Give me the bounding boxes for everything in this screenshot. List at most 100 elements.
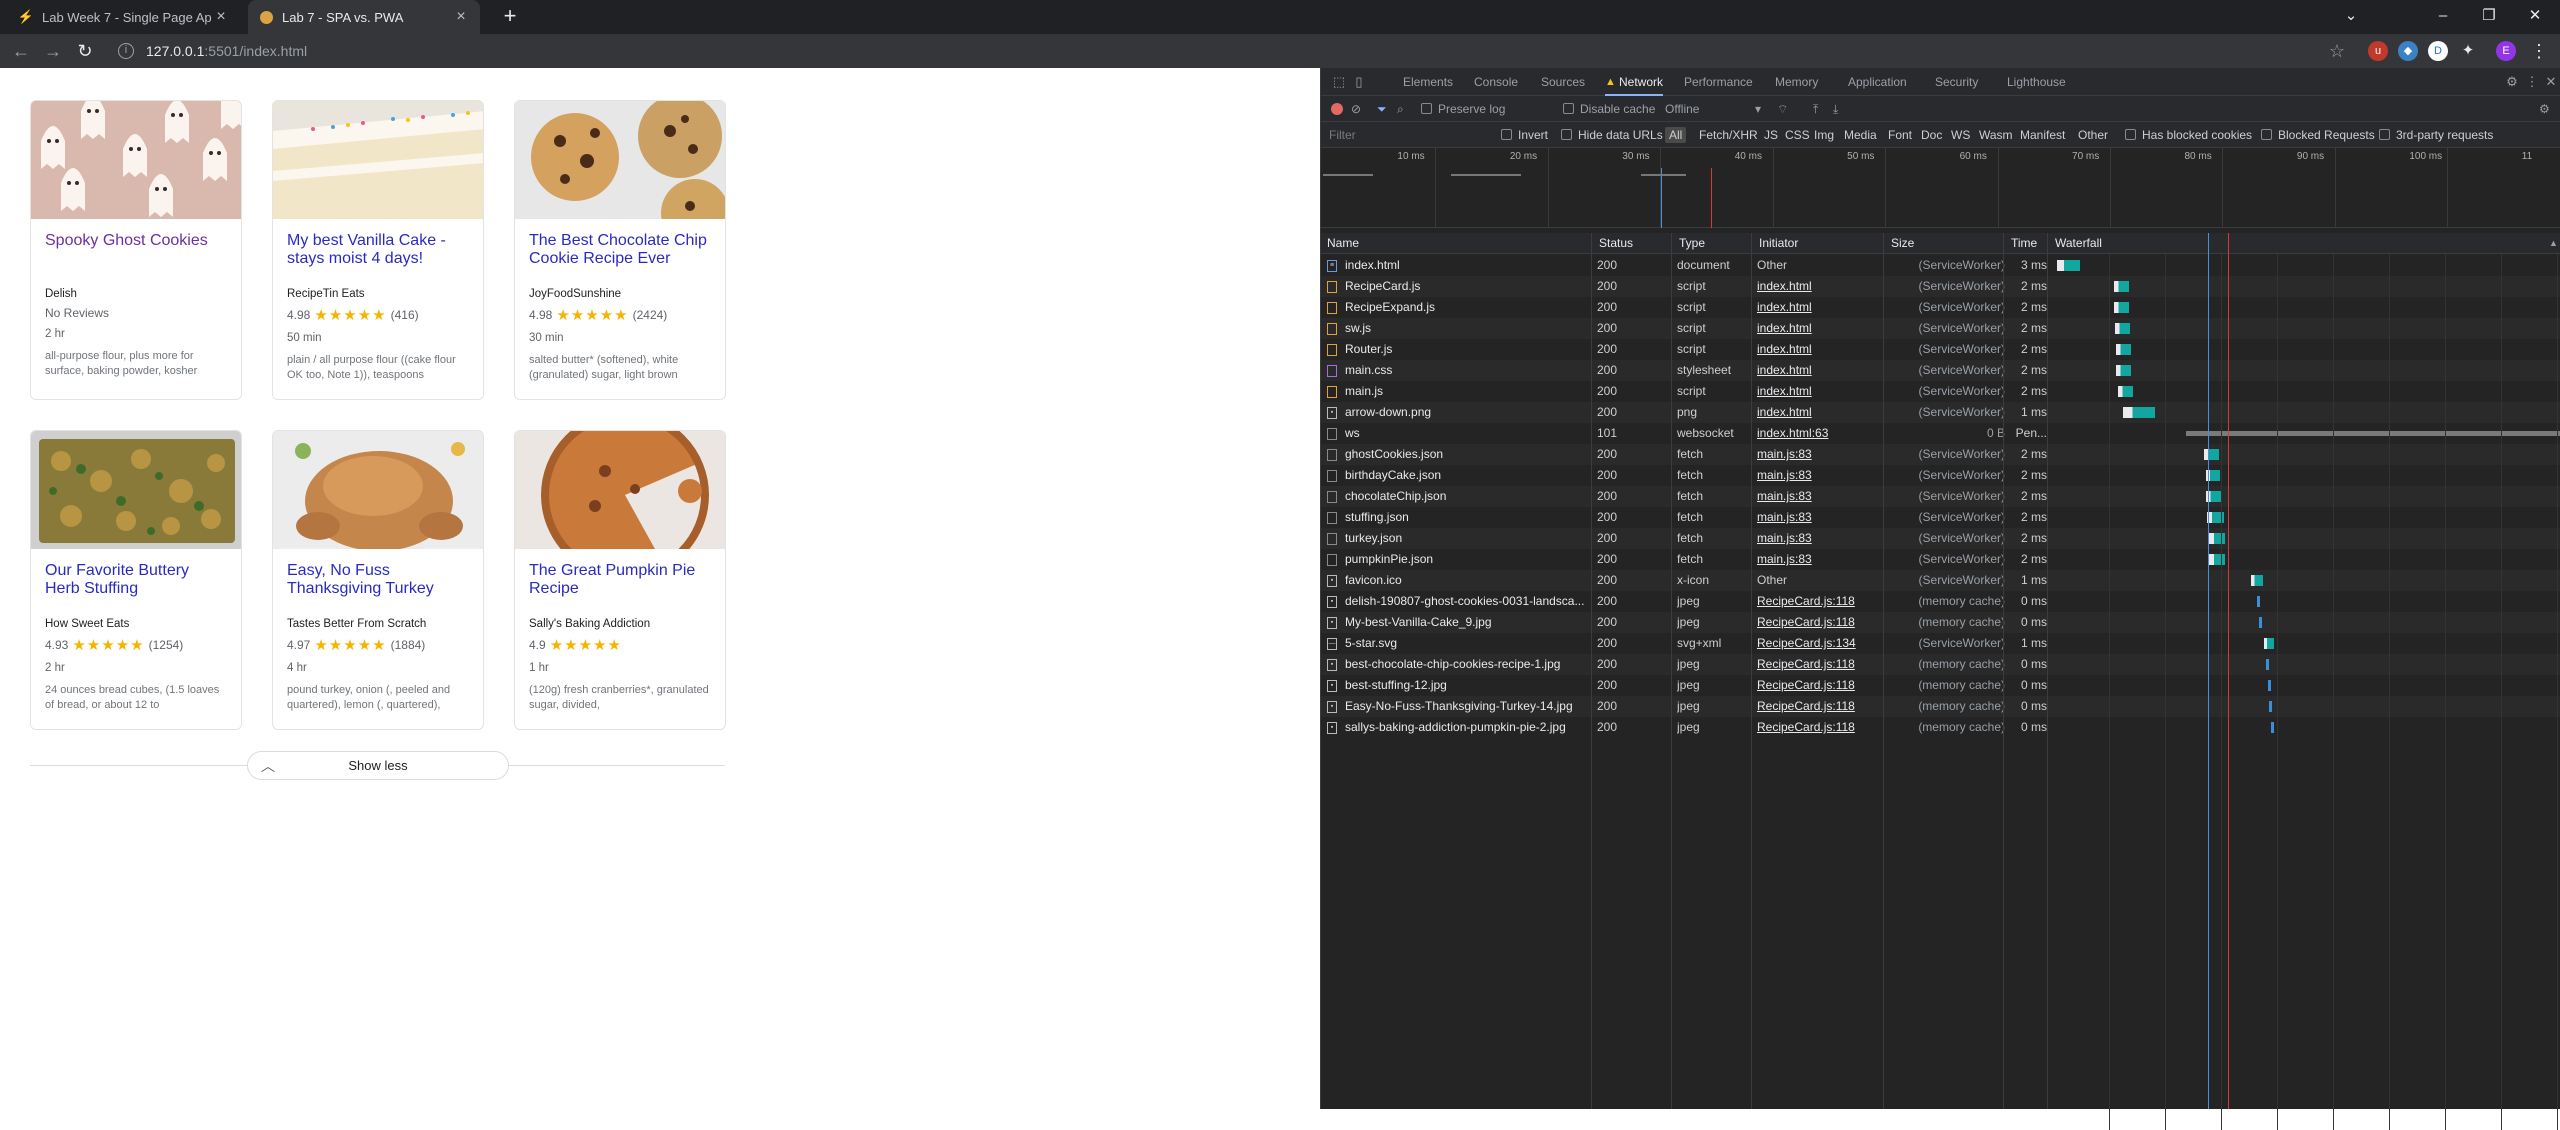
tab-elements[interactable]: Elements bbox=[1403, 68, 1453, 96]
recipe-title[interactable]: My best Vanilla Cake - stays moist 4 day… bbox=[287, 232, 469, 278]
request-initiator[interactable]: main.js:83 bbox=[1757, 444, 1887, 465]
extension-diamond-icon[interactable]: ◆ bbox=[2398, 41, 2418, 61]
network-request-row[interactable]: stuffing.json200fetchmain.js:83(ServiceW… bbox=[1321, 507, 2560, 528]
recipe-card[interactable]: My best Vanilla Cake - stays moist 4 day… bbox=[272, 100, 484, 400]
request-initiator[interactable]: index.html bbox=[1757, 339, 1887, 360]
third-party-requests-checkbox[interactable]: 3rd-party requests bbox=[2379, 127, 2493, 143]
minimize-icon[interactable]: – bbox=[2420, 0, 2466, 30]
request-initiator[interactable]: RecipeCard.js:118 bbox=[1757, 591, 1887, 612]
back-icon[interactable]: ← bbox=[10, 40, 32, 62]
close-devtools-icon[interactable]: ✕ bbox=[2543, 74, 2559, 90]
network-request-row[interactable]: ▪My-best-Vanilla-Cake_9.jpg200jpegRecipe… bbox=[1321, 612, 2560, 633]
network-request-row[interactable]: pumpkinPie.json200fetchmain.js:83(Servic… bbox=[1321, 549, 2560, 570]
column-size[interactable]: Size bbox=[1885, 233, 1914, 254]
extension-blue-icon[interactable]: D bbox=[2428, 41, 2448, 61]
request-initiator[interactable]: RecipeCard.js:134 bbox=[1757, 633, 1887, 654]
bookmark-star-icon[interactable]: ☆ bbox=[2326, 40, 2348, 62]
filter-type-js[interactable]: JS bbox=[1764, 127, 1778, 143]
network-request-row[interactable]: ▪arrow-down.png200pngindex.html(ServiceW… bbox=[1321, 402, 2560, 423]
hide-data-urls-checkbox[interactable]: Hide data URLs bbox=[1561, 127, 1663, 143]
network-request-row[interactable]: Router.js200scriptindex.html(ServiceWork… bbox=[1321, 339, 2560, 360]
clear-icon[interactable]: ⊘ bbox=[1351, 101, 1361, 117]
network-request-row[interactable]: —5-star.svg200svg+xmlRecipeCard.js:134(S… bbox=[1321, 633, 2560, 654]
filter-icon[interactable]: ⏷ bbox=[1377, 101, 1387, 117]
network-overview-timeline[interactable]: 10 ms20 ms30 ms40 ms50 ms60 ms70 ms80 ms… bbox=[1321, 148, 2560, 228]
request-initiator[interactable]: main.js:83 bbox=[1757, 528, 1887, 549]
window-close-icon[interactable]: ✕ bbox=[2512, 0, 2558, 30]
tab-sources[interactable]: Sources bbox=[1541, 68, 1585, 96]
network-request-row[interactable]: ▪best-chocolate-chip-cookies-recipe-1.jp… bbox=[1321, 654, 2560, 675]
request-initiator[interactable]: RecipeCard.js:118 bbox=[1757, 612, 1887, 633]
request-initiator[interactable]: index.html bbox=[1757, 360, 1887, 381]
device-toolbar-icon[interactable]: ▯ bbox=[1351, 74, 1367, 90]
column-type[interactable]: Type bbox=[1673, 233, 1705, 254]
network-request-row[interactable]: ▪favicon.ico200x-iconOther(ServiceWorker… bbox=[1321, 570, 2560, 591]
recipe-card[interactable]: The Best Chocolate Chip Cookie Recipe Ev… bbox=[514, 100, 726, 400]
filter-type-manifest[interactable]: Manifest bbox=[2020, 127, 2065, 143]
filter-input[interactable]: Filter bbox=[1329, 127, 1356, 143]
show-less-button[interactable]: ︿ Show less bbox=[247, 751, 509, 780]
info-icon[interactable]: i bbox=[118, 43, 134, 59]
request-initiator[interactable]: main.js:83 bbox=[1757, 465, 1887, 486]
column-time[interactable]: Time bbox=[2005, 233, 2037, 254]
filter-type-css[interactable]: CSS bbox=[1785, 127, 1810, 143]
column-initiator[interactable]: Initiator bbox=[1753, 233, 1798, 254]
tab-application[interactable]: Application bbox=[1848, 68, 1907, 96]
settings-gear-icon[interactable]: ⚙ bbox=[2504, 74, 2520, 90]
tab-console[interactable]: Console bbox=[1474, 68, 1518, 96]
network-request-row[interactable]: chocolateChip.json200fetchmain.js:83(Ser… bbox=[1321, 486, 2560, 507]
sort-ascending-icon[interactable]: ▲ bbox=[2543, 233, 2558, 254]
request-initiator[interactable]: index.html bbox=[1757, 381, 1887, 402]
recipe-card[interactable]: Easy, No Fuss Thanksgiving Turkey Tastes… bbox=[272, 430, 484, 730]
recipe-card[interactable]: Spooky Ghost Cookies Delish No Reviews 2… bbox=[30, 100, 242, 400]
tab-network[interactable]: ▲ Network bbox=[1605, 68, 1663, 96]
network-settings-icon[interactable]: ⚙ bbox=[2539, 101, 2550, 117]
filter-type-fetch-xhr[interactable]: Fetch/XHR bbox=[1699, 127, 1758, 143]
request-initiator[interactable]: index.html:63 bbox=[1757, 423, 1887, 444]
request-initiator[interactable]: index.html bbox=[1757, 402, 1887, 423]
request-initiator[interactable]: RecipeCard.js:118 bbox=[1757, 717, 1887, 738]
column-waterfall[interactable]: Waterfall bbox=[2049, 233, 2102, 254]
filter-type-ws[interactable]: WS bbox=[1951, 127, 1970, 143]
network-request-row[interactable]: main.js200scriptindex.html(ServiceWorker… bbox=[1321, 381, 2560, 402]
network-request-row[interactable]: ▪Easy-No-Fuss-Thanksgiving-Turkey-14.jpg… bbox=[1321, 696, 2560, 717]
search-icon[interactable]: ⌕ bbox=[1397, 101, 1404, 117]
browser-menu-icon[interactable]: ⋮ bbox=[2528, 40, 2550, 62]
recipe-title[interactable]: The Great Pumpkin Pie Recipe bbox=[529, 562, 711, 608]
network-request-row[interactable]: ▪sallys-baking-addiction-pumpkin-pie-2.j… bbox=[1321, 717, 2560, 738]
blocked-requests-checkbox[interactable]: Blocked Requests bbox=[2261, 127, 2375, 143]
request-initiator[interactable]: index.html bbox=[1757, 276, 1887, 297]
more-options-icon[interactable]: ⋮ bbox=[2524, 74, 2540, 90]
wifi-conditions-icon[interactable]: ⌔ bbox=[1777, 101, 1788, 117]
preserve-log-checkbox[interactable]: Preserve log bbox=[1421, 101, 1505, 117]
request-initiator[interactable]: RecipeCard.js:118 bbox=[1757, 696, 1887, 717]
recipe-title[interactable]: Spooky Ghost Cookies bbox=[45, 232, 227, 278]
request-initiator[interactable]: main.js:83 bbox=[1757, 486, 1887, 507]
invert-checkbox[interactable]: Invert bbox=[1501, 127, 1548, 143]
browser-tab-lab-7[interactable]: Lab 7 - SPA vs. PWA × bbox=[248, 0, 480, 34]
network-request-row[interactable]: turkey.json200fetchmain.js:83(ServiceWor… bbox=[1321, 528, 2560, 549]
has-blocked-cookies-checkbox[interactable]: Has blocked cookies bbox=[2125, 127, 2252, 143]
reload-icon[interactable]: ↻ bbox=[74, 40, 96, 62]
filter-type-font[interactable]: Font bbox=[1888, 127, 1912, 143]
inspect-element-icon[interactable]: ⬚ bbox=[1331, 74, 1347, 90]
new-tab-button[interactable]: + bbox=[498, 5, 522, 29]
close-icon[interactable]: × bbox=[452, 8, 470, 26]
ublock-extension-icon[interactable]: u bbox=[2368, 41, 2388, 61]
browser-tab-lab-week-7[interactable]: ⚡ Lab Week 7 - Single Page Applic × bbox=[8, 0, 240, 34]
column-status[interactable]: Status bbox=[1593, 233, 1633, 254]
profile-avatar[interactable]: E bbox=[2496, 41, 2516, 61]
recipe-title[interactable]: Our Favorite Buttery Herb Stuffing bbox=[45, 562, 227, 608]
request-initiator[interactable]: RecipeCard.js:118 bbox=[1757, 675, 1887, 696]
forward-icon[interactable]: → bbox=[42, 40, 64, 62]
network-request-row[interactable]: sw.js200scriptindex.html(ServiceWorker)2… bbox=[1321, 318, 2560, 339]
puzzle-extensions-icon[interactable]: ✦ bbox=[2458, 41, 2478, 61]
filter-type-doc[interactable]: Doc bbox=[1921, 127, 1942, 143]
tab-memory[interactable]: Memory bbox=[1775, 68, 1818, 96]
filter-type-img[interactable]: Img bbox=[1814, 127, 1834, 143]
request-initiator[interactable]: main.js:83 bbox=[1757, 549, 1887, 570]
network-request-row[interactable]: ≡index.html200documentOther(ServiceWorke… bbox=[1321, 255, 2560, 276]
restore-icon[interactable]: ❐ bbox=[2466, 0, 2512, 30]
close-icon[interactable]: × bbox=[212, 8, 230, 26]
network-request-row[interactable]: main.css200stylesheetindex.html(ServiceW… bbox=[1321, 360, 2560, 381]
